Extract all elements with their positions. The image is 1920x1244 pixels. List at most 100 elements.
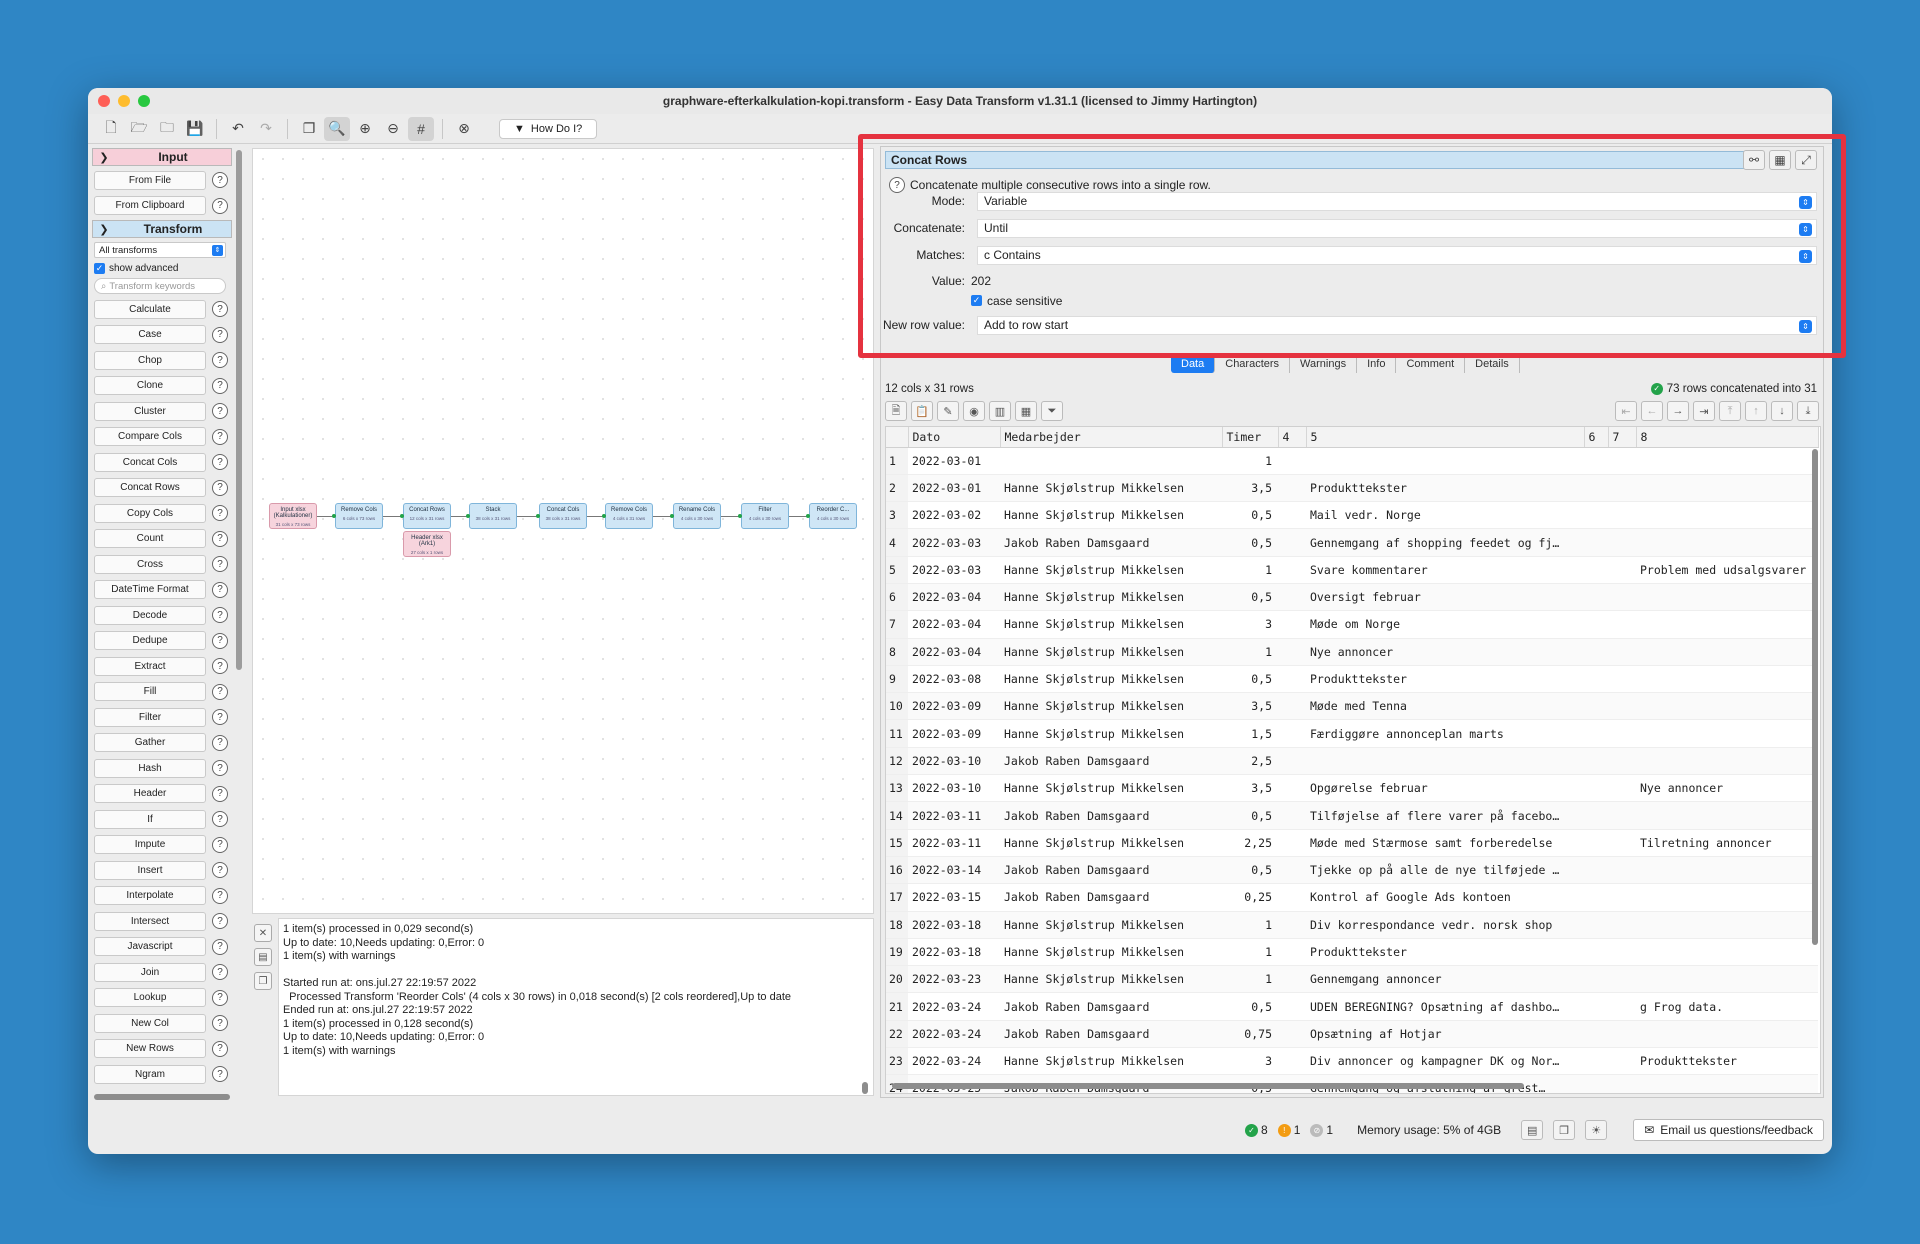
prev-row-icon[interactable]: ↑	[1745, 401, 1767, 421]
tab-characters[interactable]: Characters	[1215, 355, 1291, 373]
next-row-icon[interactable]: ↓	[1771, 401, 1793, 421]
table-cell[interactable]	[1278, 965, 1306, 994]
table-cell[interactable]: Jakob Raben Damsgaard	[1000, 747, 1222, 776]
table-cell[interactable]	[1278, 1020, 1306, 1049]
table-cell[interactable]: 3	[1222, 1047, 1278, 1076]
canvas-node-input-xlsx-kalkulationer[interactable]: Input xlsx (Kalkulationer) 31 cols x 73 r…	[269, 503, 317, 529]
table-cell[interactable]	[1278, 665, 1306, 694]
table-cell[interactable]	[1636, 665, 1818, 694]
table-cell[interactable]: 2022-03-04	[908, 583, 1000, 612]
table-row[interactable]: 9 2022-03-08 Hanne Skjølstrup Mikkelsen 0,5…	[886, 665, 1818, 694]
table-cell[interactable]: 2022-03-04	[908, 638, 1000, 666]
table-cell[interactable]	[1306, 747, 1584, 776]
column-header[interactable]: 8	[1636, 427, 1819, 448]
transform-insert-button[interactable]: Insert	[94, 860, 206, 880]
transform-canvas[interactable]: Input xlsx (Kalkulationer) 31 cols x 73 r…	[252, 148, 874, 914]
table-row[interactable]: 15 2022-03-11 Hanne Skjølstrup Mikkelsen 2,…	[886, 829, 1818, 857]
table-row[interactable]: 1 2022-03-01 1	[886, 447, 1818, 475]
transform-new-rows-button[interactable]: New Rows	[94, 1039, 206, 1058]
table-cell[interactable]: Tjekke op på alle de nye tilføjede …	[1306, 856, 1584, 885]
table-cell[interactable]	[1584, 883, 1608, 912]
canvas-node-remove-cols[interactable]: Remove Cols 4 cols x 31 rows	[605, 503, 653, 529]
table-cell[interactable]: 0,75	[1222, 1020, 1278, 1049]
table-cell[interactable]: Færdiggøre annonceplan marts	[1306, 719, 1584, 748]
table-cell[interactable]	[1278, 474, 1306, 503]
matches-select[interactable]: c Contains ⇕	[977, 245, 1817, 265]
table-row[interactable]: 2 2022-03-01 Hanne Skjølstrup Mikkelsen 3,5…	[886, 474, 1818, 503]
transform-search-input[interactable]: ⌕ Transform keywords	[94, 278, 226, 294]
table-cell[interactable]: 2022-03-09	[908, 719, 1000, 748]
transform-decode-button[interactable]: Decode	[94, 605, 206, 625]
table-cell[interactable]	[1278, 1047, 1306, 1076]
table-row[interactable]: 23 2022-03-24 Hanne Skjølstrup Mikkelsen 3 D…	[886, 1047, 1818, 1076]
table-row[interactable]: 11 2022-03-09 Hanne Skjølstrup Mikkelsen 1,…	[886, 719, 1818, 748]
table-cell[interactable]	[1278, 447, 1306, 475]
table-cell[interactable]	[1636, 719, 1818, 748]
canvas-node-concat-cols[interactable]: Concat Cols 38 cols x 31 rows	[539, 503, 587, 529]
transform-hash-button[interactable]: Hash	[94, 758, 206, 778]
table-cell[interactable]	[1636, 447, 1818, 475]
table-row[interactable]: 4 2022-03-03 Jakob Raben Damsgaard 0,5 Genne…	[886, 528, 1818, 557]
table-cell[interactable]	[1584, 1074, 1608, 1093]
transform-filter-select[interactable]: All transforms ⇕	[94, 242, 226, 258]
copy-icon[interactable]: ❐	[296, 117, 322, 141]
transform-fill-button[interactable]: Fill	[94, 682, 206, 701]
table-row[interactable]: 10 2022-03-09 Hanne Skjølstrup Mikkelsen 3,…	[886, 692, 1818, 721]
table-cell[interactable]	[1608, 801, 1636, 830]
maximize-window-button[interactable]	[138, 95, 150, 107]
help-icon[interactable]: ?	[212, 301, 228, 317]
last-row-icon[interactable]: ⤓	[1797, 401, 1819, 421]
table-cell[interactable]	[1608, 556, 1636, 584]
table-cell[interactable]: Tilretning annoncer	[1636, 829, 1818, 857]
table-cell[interactable]: Hanne Skjølstrup Mikkelsen	[1000, 829, 1222, 857]
table-cell[interactable]	[1608, 665, 1636, 694]
case-sensitive-checkbox[interactable]: ✓	[971, 295, 982, 306]
table-cell[interactable]: 0,5	[1222, 992, 1278, 1021]
table-cell[interactable]	[1636, 610, 1818, 639]
help-icon[interactable]: ?	[212, 530, 228, 547]
undo-icon[interactable]: ↶	[225, 117, 251, 141]
canvas-node-stack[interactable]: Stack 38 cols x 31 rows	[469, 503, 517, 529]
save-icon[interactable]: 💾	[182, 117, 208, 141]
table-row[interactable]: 8 2022-03-04 Hanne Skjølstrup Mikkelsen 1 Ny…	[886, 638, 1818, 666]
input-from-clipboard-button[interactable]: From Clipboard	[94, 196, 206, 215]
table-cell[interactable]: 1	[1222, 638, 1278, 666]
table-cell[interactable]	[1278, 883, 1306, 912]
table-row[interactable]: 18 2022-03-18 Hanne Skjølstrup Mikkelsen 1 D…	[886, 911, 1818, 939]
table-cell[interactable]: Gennemgang annoncer	[1306, 965, 1584, 994]
table-row[interactable]: 6 2022-03-04 Hanne Skjølstrup Mikkelsen 0,5…	[886, 583, 1818, 612]
canvas-node-rename-cols[interactable]: Rename Cols 4 cols x 30 rows	[673, 503, 721, 529]
table-cell[interactable]	[1608, 528, 1636, 557]
table-cell[interactable]: Div annoncer og kampagner DK og Nor…	[1306, 1047, 1584, 1076]
table-cell[interactable]: Møde med Tenna	[1306, 692, 1584, 721]
open-folder-icon[interactable]: 🗁	[126, 117, 152, 141]
transform-count-button[interactable]: Count	[94, 529, 206, 548]
filter-icon[interactable]: ⏷	[1041, 401, 1063, 421]
table-cell[interactable]	[1584, 829, 1608, 857]
column-header[interactable]: 5	[1306, 427, 1585, 448]
table-cell[interactable]: 2022-03-24	[908, 1020, 1000, 1049]
table-cell[interactable]	[1584, 447, 1608, 475]
table-cell[interactable]	[1584, 747, 1608, 776]
table-cell[interactable]: 2022-03-11	[908, 829, 1000, 857]
table-cell[interactable]	[1278, 911, 1306, 939]
first-row-icon[interactable]: ⤒	[1719, 401, 1741, 421]
help-icon[interactable]: ?	[212, 428, 228, 445]
transform-ngram-button[interactable]: Ngram	[94, 1064, 206, 1084]
table-row[interactable]: 12 2022-03-10 Jakob Raben Damsgaard 2,5	[886, 747, 1818, 776]
table-cell[interactable]	[1608, 692, 1636, 721]
table-cell[interactable]: 2022-03-14	[908, 856, 1000, 885]
table-cell[interactable]	[1584, 965, 1608, 994]
table-cell[interactable]: 1	[1222, 965, 1278, 994]
transform-clone-button[interactable]: Clone	[94, 376, 206, 395]
canvas-node-concat-rows[interactable]: Concat Rows 12 cols x 31 rows	[403, 503, 451, 529]
table-cell[interactable]: 2022-03-10	[908, 747, 1000, 776]
new-row-value-select[interactable]: Add to row start ⇕	[977, 315, 1817, 335]
table-cell[interactable]	[1278, 856, 1306, 885]
table-cell[interactable]: Tilføjelse af flere varer på facebo…	[1306, 801, 1584, 830]
tab-details[interactable]: Details	[1465, 355, 1520, 373]
table-row[interactable]: 3 2022-03-02 Hanne Skjølstrup Mikkelsen 0,5…	[886, 501, 1818, 530]
table-cell[interactable]	[1608, 474, 1636, 503]
transform-cross-button[interactable]: Cross	[94, 554, 206, 574]
transform-javascript-button[interactable]: Javascript	[94, 937, 206, 956]
